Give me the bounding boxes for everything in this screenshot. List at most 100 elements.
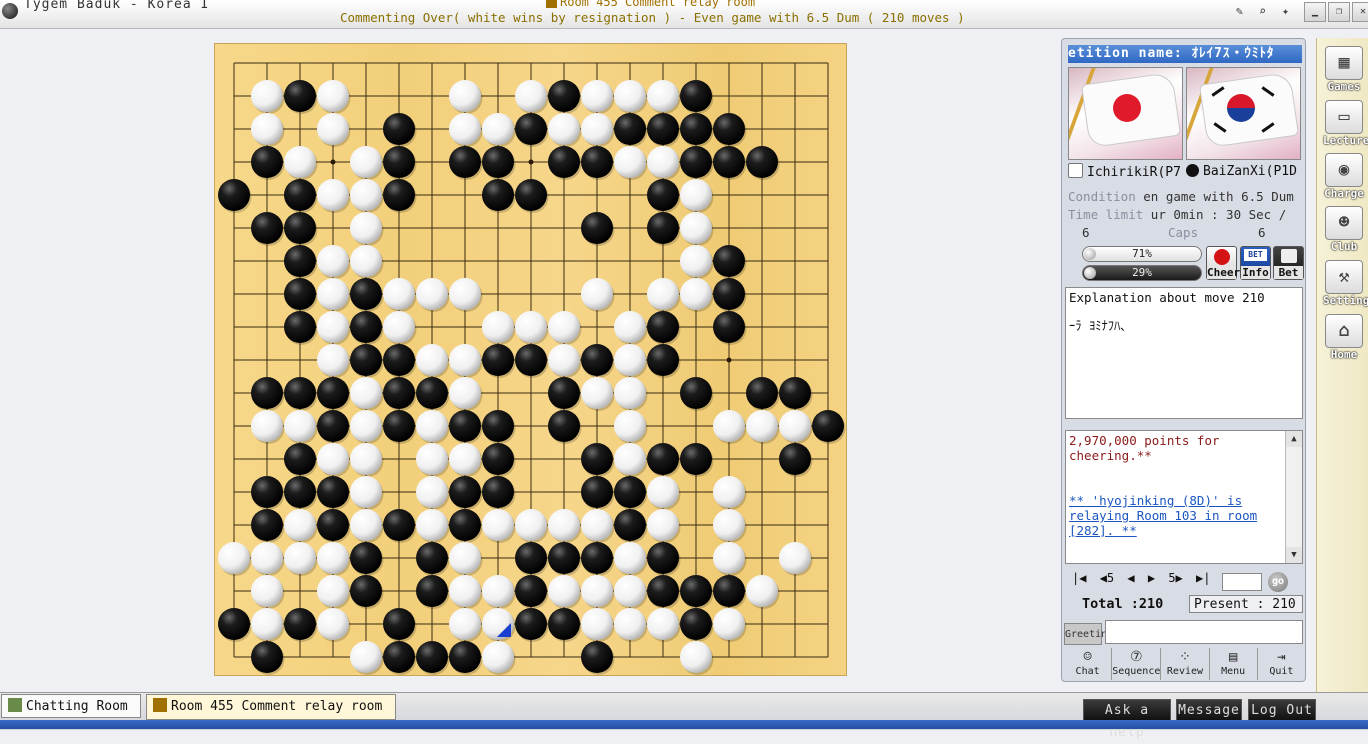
- bet-button[interactable]: Bet: [1273, 246, 1304, 280]
- chat-relay-link[interactable]: ** 'hyojinking (8D)' is relaying Room 10…: [1069, 493, 1282, 538]
- search-icon[interactable]: ⌕: [1253, 2, 1272, 21]
- black-stone: [383, 410, 415, 442]
- black-stone: [482, 179, 514, 211]
- black-stone: [416, 377, 448, 409]
- back-5-button[interactable]: ◀5: [1100, 571, 1114, 585]
- white-stone: [614, 146, 646, 178]
- white-player-name[interactable]: IchirikiR(P7: [1068, 163, 1181, 181]
- white-stone: [779, 542, 811, 574]
- last-move-button[interactable]: ▶|: [1196, 571, 1210, 585]
- white-stone: [515, 509, 547, 541]
- menu-action-button[interactable]: ▤ Menu: [1210, 648, 1258, 680]
- captures-row: 6 Caps 6: [1068, 225, 1302, 241]
- black-stone: [284, 377, 316, 409]
- room-title: Room 455 Comment relay room: [546, 0, 755, 9]
- close-button[interactable]: ✕: [1352, 2, 1368, 22]
- info-button[interactable]: BET Info: [1240, 246, 1271, 280]
- scroll-up-arrow-icon[interactable]: ▲: [1286, 431, 1302, 447]
- sequence-action-button[interactable]: ⑦ Sequence: [1112, 648, 1162, 680]
- white-stone: [350, 476, 382, 508]
- black-stone: [581, 212, 613, 244]
- black-stone: [317, 410, 349, 442]
- white-stone: [746, 410, 778, 442]
- people-icon: ☻: [1325, 206, 1363, 240]
- lightbulb-icon[interactable]: ✦: [1276, 2, 1295, 21]
- white-stone: [581, 608, 613, 640]
- chat-log[interactable]: 2,970,000 points for cheering.** ** 'hyo…: [1065, 430, 1303, 564]
- charge-button[interactable]: ◉ Charge: [1323, 153, 1365, 200]
- black-stone: [416, 641, 448, 673]
- black-stone: [383, 344, 415, 376]
- black-stone: [284, 212, 316, 244]
- black-player-name[interactable]: BaiZanXi(P1D: [1186, 163, 1302, 181]
- white-stone: [317, 608, 349, 640]
- ask-help-button[interactable]: Ask a help: [1083, 699, 1171, 740]
- black-stone: [812, 410, 844, 442]
- palette-icon[interactable]: ✎: [1230, 2, 1249, 21]
- white-stone: [614, 410, 646, 442]
- black-stone: [383, 113, 415, 145]
- game-status-line: Commenting Over( white wins by resignati…: [340, 10, 965, 25]
- home-button[interactable]: ⌂ Home: [1323, 314, 1365, 361]
- greeting-input[interactable]: [1105, 620, 1303, 644]
- black-stone: [251, 509, 283, 541]
- move-explanation-box[interactable]: Explanation about move 210 ｰﾗ ﾖﾐﾅﾌﾊ､: [1065, 287, 1303, 419]
- go-button[interactable]: go: [1268, 572, 1288, 592]
- white-stone: [680, 245, 712, 277]
- board-svg[interactable]: [215, 44, 848, 677]
- white-stone: [614, 443, 646, 475]
- restore-button[interactable]: ❐: [1328, 2, 1350, 22]
- prev-move-button[interactable]: ◀: [1127, 571, 1134, 585]
- white-stone: [350, 641, 382, 673]
- white-stone: [581, 80, 613, 112]
- forward-5-button[interactable]: 5▶: [1168, 571, 1182, 585]
- white-player-flag: [1068, 67, 1183, 160]
- black-stone: [713, 278, 745, 310]
- go-board[interactable]: [214, 43, 847, 676]
- black-stone: [482, 443, 514, 475]
- black-stone-icon: [1186, 164, 1199, 177]
- white-stone: [548, 344, 580, 376]
- black-stone: [383, 641, 415, 673]
- white-stone: [614, 344, 646, 376]
- games-button[interactable]: ▦ Games: [1323, 46, 1365, 93]
- black-stone: [680, 80, 712, 112]
- quit-action-button[interactable]: ⇥ Quit: [1258, 648, 1305, 680]
- chat-action-button[interactable]: ☺ Chat: [1064, 648, 1113, 680]
- quit-icon: ⇥: [1277, 649, 1286, 665]
- black-stone: [449, 476, 481, 508]
- scroll-down-arrow-icon[interactable]: ▼: [1286, 547, 1302, 563]
- white-stone: [614, 608, 646, 640]
- chat-scrollbar[interactable]: ▲ ▼: [1285, 431, 1302, 563]
- white-stone: [350, 146, 382, 178]
- black-stone: [482, 146, 514, 178]
- minimize-button[interactable]: ▁: [1304, 2, 1326, 22]
- next-move-button[interactable]: ▶: [1148, 571, 1155, 585]
- move-number-input[interactable]: [1222, 573, 1262, 591]
- club-button[interactable]: ☻ Club: [1323, 206, 1365, 253]
- review-action-button[interactable]: ⁘ Review: [1161, 648, 1210, 680]
- lecture-button[interactable]: ▭ Lecture: [1323, 100, 1368, 147]
- logout-button[interactable]: Log Out: [1248, 699, 1316, 721]
- black-captures: 6: [1258, 225, 1266, 240]
- white-stone: [284, 542, 316, 574]
- white-stone: [317, 311, 349, 343]
- tab-chatting-room[interactable]: Chatting Room: [1, 694, 141, 718]
- first-move-button[interactable]: |◀: [1072, 571, 1086, 585]
- white-stone: [350, 212, 382, 244]
- tab-room-455[interactable]: Room 455 Comment relay room: [146, 694, 396, 720]
- white-stone: [251, 542, 283, 574]
- black-stone: [251, 476, 283, 508]
- setting-button[interactable]: ⚒ Setting: [1323, 260, 1368, 307]
- black-stone: [581, 344, 613, 376]
- cheer-button[interactable]: Cheer: [1206, 246, 1240, 280]
- board-room-icon: [153, 698, 167, 712]
- white-stone: [449, 113, 481, 145]
- message-button[interactable]: Message: [1176, 699, 1242, 721]
- greeting-button[interactable]: Greeting: [1064, 623, 1113, 645]
- white-stone: [251, 113, 283, 145]
- korea-flag-icon: [1227, 94, 1255, 122]
- black-stone: [515, 575, 547, 607]
- black-stone: [647, 179, 679, 211]
- white-stone: [680, 278, 712, 310]
